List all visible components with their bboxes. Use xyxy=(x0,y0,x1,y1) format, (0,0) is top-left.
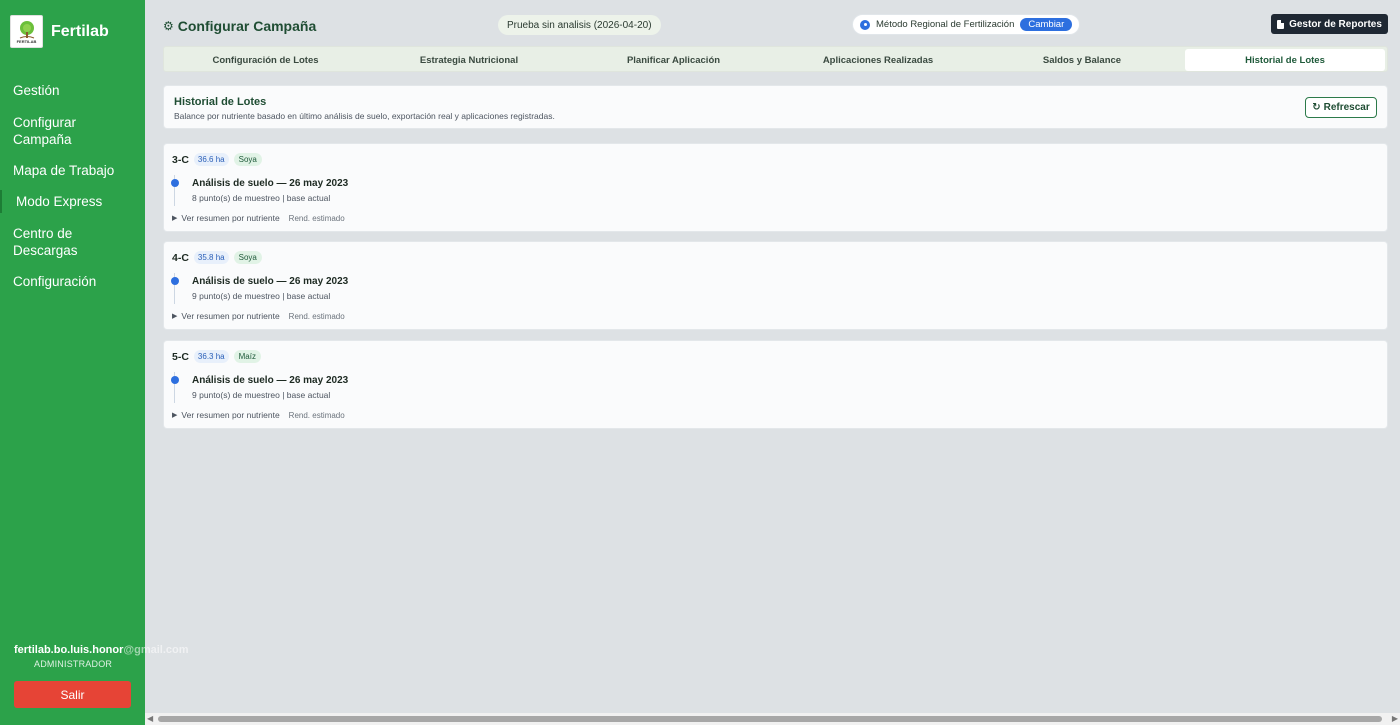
lot-crop-badge: Maíz xyxy=(233,350,261,363)
user-email-main: fertilab.bo.luis.honor xyxy=(14,644,124,656)
scroll-right-arrow-icon[interactable]: ▶ xyxy=(1392,714,1398,723)
change-method-button[interactable]: Cambiar xyxy=(1020,18,1073,31)
user-role: ADMINISTRADOR xyxy=(34,659,113,669)
sidebar: FERTILAB Fertilab Gestión Configurar Cam… xyxy=(0,0,189,725)
page-title-text: Configurar Campaña xyxy=(177,18,317,34)
lot-name: 3-C xyxy=(172,153,189,166)
section-title: Historial de Lotes xyxy=(174,96,267,108)
nutrient-summary-label: Ver resumen por nutriente xyxy=(181,213,280,223)
nutrient-summary-label: Ver resumen por nutriente xyxy=(181,410,280,420)
timeline-dot xyxy=(171,277,179,285)
horizontal-scrollbar[interactable]: ◀ ▶ xyxy=(145,713,1400,725)
lot-area-badge: 36.3 ha xyxy=(193,350,229,363)
nutrient-summary-toggle[interactable]: ▶ Ver resumen por nutriente Rend. estima… xyxy=(172,410,345,420)
lot-name: 4-C xyxy=(172,251,189,264)
section-header-card: Historial de Lotes Balance por nutriente… xyxy=(163,85,1388,129)
lot-crop-badge: Soya xyxy=(233,153,262,166)
lot-area-badge: 36.6 ha xyxy=(193,153,229,166)
nutrient-summary-toggle[interactable]: ▶ Ver resumen por nutriente Rend. estima… xyxy=(172,311,345,321)
event-subtitle: 9 punto(s) de muestreo | base actual xyxy=(192,390,331,400)
tab-aplicaciones-realizadas[interactable]: Aplicaciones Realizadas xyxy=(776,49,980,71)
tab-historial-de-lotes[interactable]: Historial de Lotes xyxy=(1185,49,1385,71)
nutrient-summary-toggle[interactable]: ▶ Ver resumen por nutriente Rend. estima… xyxy=(172,213,345,223)
document-icon xyxy=(1277,19,1285,29)
brand[interactable]: FERTILAB Fertilab xyxy=(10,15,109,48)
reports-manager-button[interactable]: Gestor de Reportes xyxy=(1271,14,1388,34)
lot-card: 5-C 36.3 ha Maíz Análisis de suelo — 26 … xyxy=(163,340,1388,429)
event-title: Análisis de suelo — 26 may 2023 xyxy=(192,276,349,287)
nav-item-gestion[interactable]: Gestión xyxy=(0,82,60,99)
lot-card: 4-C 35.8 ha Soya Análisis de suelo — 26 … xyxy=(163,241,1388,330)
nav-item-configuracion[interactable]: Configuración xyxy=(0,273,96,290)
event-subtitle: 9 punto(s) de muestreo | base actual xyxy=(192,291,331,301)
gear-icon: ⚙ xyxy=(163,19,174,33)
estimated-yield-label: Rend. estimado xyxy=(288,410,345,420)
compass-icon xyxy=(860,19,870,30)
lot-name: 5-C xyxy=(172,350,189,363)
scrollbar-thumb[interactable] xyxy=(158,716,1382,722)
timeline-dot xyxy=(171,179,179,187)
event-subtitle: 8 punto(s) de muestreo | base actual xyxy=(192,193,331,203)
page-title: ⚙ Configurar Campaña xyxy=(163,18,316,34)
lot-crop-badge: Soya xyxy=(233,251,262,264)
nav-item-centro-de-descargas[interactable]: Centro de Descargas xyxy=(0,225,90,259)
timeline-dot xyxy=(171,376,179,384)
nav-item-modo-express[interactable]: Modo Express xyxy=(0,190,102,213)
logo: FERTILAB xyxy=(10,15,43,48)
estimated-yield-label: Rend. estimado xyxy=(288,213,345,223)
user-email-domain: @gmail.com xyxy=(123,644,189,656)
nav-item-configurar-campana[interactable]: Configurar Campaña xyxy=(0,114,100,148)
logout-button[interactable]: Salir xyxy=(14,681,131,708)
estimated-yield-label: Rend. estimado xyxy=(288,311,345,321)
lot-card: 3-C 36.6 ha Soya Análisis de suelo — 26 … xyxy=(163,143,1388,232)
triangle-right-icon: ▶ xyxy=(172,313,178,320)
brand-name: Fertilab xyxy=(51,22,109,40)
section-subtitle: Balance por nutriente basado en último a… xyxy=(174,111,555,121)
nav-item-mapa-de-trabajo[interactable]: Mapa de Trabajo xyxy=(0,162,114,179)
tab-saldos-y-balance[interactable]: Saldos y Balance xyxy=(980,49,1184,71)
trial-badge: Prueba sin analisis (2026-04-20) xyxy=(498,15,661,35)
refresh-label: Refrescar xyxy=(1323,102,1370,113)
method-label: Método Regional de Fertilización xyxy=(876,19,1015,30)
nutrient-summary-label: Ver resumen por nutriente xyxy=(181,311,280,321)
lot-header: 5-C 36.3 ha Maíz xyxy=(172,350,261,363)
lot-area-badge: 35.8 ha xyxy=(193,251,229,264)
tab-planificar-aplicacion[interactable]: Planificar Aplicación xyxy=(571,49,776,71)
scroll-left-arrow-icon[interactable]: ◀ xyxy=(147,714,153,723)
method-selector: Método Regional de Fertilización Cambiar xyxy=(852,14,1081,35)
tab-configuracion-de-lotes[interactable]: Configuración de Lotes xyxy=(164,49,367,71)
triangle-right-icon: ▶ xyxy=(172,412,178,419)
triangle-right-icon: ▶ xyxy=(172,215,178,222)
tree-icon xyxy=(19,20,34,38)
refresh-icon: ↻ xyxy=(1312,102,1321,113)
lot-header: 3-C 36.6 ha Soya xyxy=(172,153,262,166)
lot-header: 4-C 35.8 ha Soya xyxy=(172,251,262,264)
tab-estrategia-nutricional[interactable]: Estrategia Nutricional xyxy=(367,49,571,71)
reports-manager-label: Gestor de Reportes xyxy=(1289,18,1382,30)
event-title: Análisis de suelo — 26 may 2023 xyxy=(192,375,349,386)
logo-text: FERTILAB xyxy=(16,38,37,44)
user-email: fertilab.bo.luis.honor@gmail.com xyxy=(14,644,199,656)
tab-bar: Configuración de Lotes Estrategia Nutric… xyxy=(163,46,1388,72)
event-title: Análisis de suelo — 26 may 2023 xyxy=(192,178,349,189)
refresh-button[interactable]: ↻ Refrescar xyxy=(1305,97,1377,118)
